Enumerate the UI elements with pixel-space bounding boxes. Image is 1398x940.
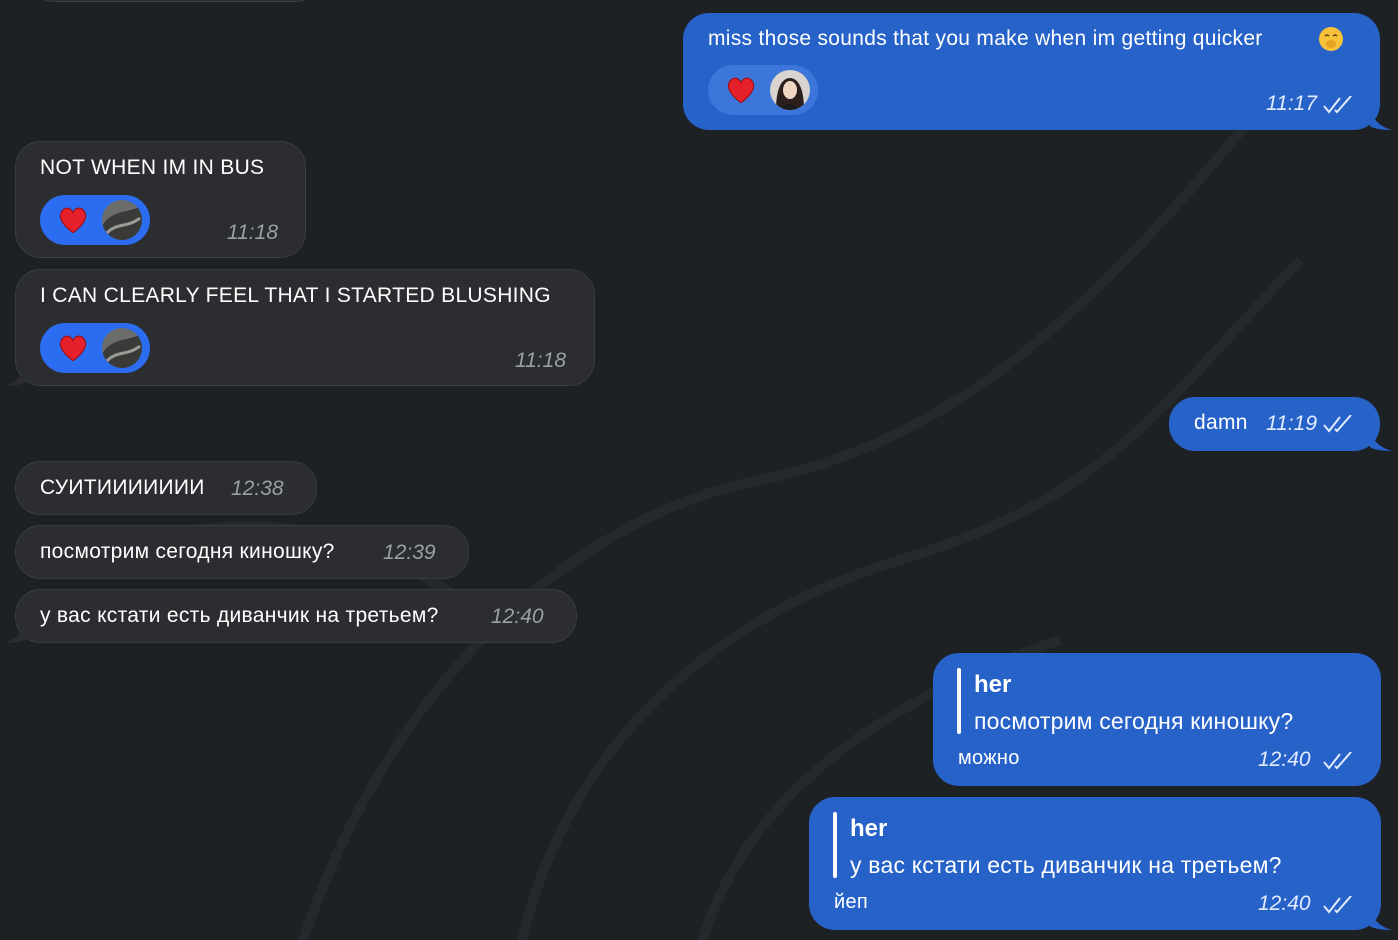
avatar xyxy=(102,200,142,240)
message-bubble-incoming[interactable]: СУИТИИИИИИИ 12:38 xyxy=(15,461,317,515)
message-time: 12:40 xyxy=(1258,892,1311,915)
message-time: 11:17 xyxy=(1266,92,1317,115)
bubble-tail xyxy=(1370,429,1392,451)
heart-reaction-icon xyxy=(59,335,87,362)
reply-author: her xyxy=(974,671,1012,698)
reaction-chip[interactable] xyxy=(708,65,818,115)
message-text: miss those sounds that you make when im … xyxy=(708,27,1263,50)
message-text: NOT WHEN IM IN BUS xyxy=(40,156,265,179)
read-checkmarks-icon xyxy=(1323,415,1352,433)
reaction-chip[interactable] xyxy=(40,195,150,245)
heart-reaction-icon xyxy=(59,207,87,234)
message-text: йеп xyxy=(834,891,869,913)
message-time: 11:18 xyxy=(515,349,566,372)
message-time: 12:40 xyxy=(491,605,544,628)
message-bubble-outgoing-reply[interactable]: her у вас кстати есть диванчик на третье… xyxy=(809,797,1381,930)
heart-reaction-icon xyxy=(727,77,755,104)
message-bubble-incoming[interactable]: у вас кстати есть диванчик на третьем? 1… xyxy=(15,589,577,643)
avatar xyxy=(770,70,810,110)
message-text: можно xyxy=(958,747,1020,769)
message-bubble-incoming[interactable]: I CAN CLEARLY FEEL THAT I STARTED BLUSHI… xyxy=(15,269,595,386)
reaction-chip[interactable] xyxy=(40,323,150,373)
bubble-tail xyxy=(4,364,26,386)
message-time: 12:40 xyxy=(1258,748,1311,771)
message-bubble-incoming[interactable]: NOT WHEN IM IN BUS 11:18 xyxy=(15,141,306,258)
face-with-hand-over-mouth-icon xyxy=(1319,27,1343,51)
message-text: у вас кстати есть диванчик на третьем? xyxy=(40,604,439,627)
message-time: 11:18 xyxy=(227,221,278,244)
message-bubble-outgoing[interactable]: damn 11:19 xyxy=(1169,397,1380,451)
reply-quote-bar xyxy=(833,812,837,878)
message-time: 11:19 xyxy=(1266,412,1317,435)
message-bubble-incoming[interactable]: посмотрим сегодня киношку? 12:39 xyxy=(15,525,469,579)
reply-quoted-text: посмотрим сегодня киношку? xyxy=(974,708,1294,734)
message-text: СУИТИИИИИИИ xyxy=(40,476,205,499)
message-bubble-partial[interactable] xyxy=(30,0,320,2)
bubble-tail xyxy=(4,621,26,643)
reply-author: her xyxy=(850,815,888,842)
read-checkmarks-icon xyxy=(1323,96,1352,114)
message-text: посмотрим сегодня киношку? xyxy=(40,540,335,563)
reply-quoted-text: у вас кстати есть диванчик на третьем? xyxy=(850,852,1282,878)
read-checkmarks-icon xyxy=(1323,896,1352,914)
message-text: I CAN CLEARLY FEEL THAT I STARTED BLUSHI… xyxy=(40,284,551,307)
message-time: 12:38 xyxy=(231,477,284,500)
read-checkmarks-icon xyxy=(1323,752,1352,770)
message-time: 12:39 xyxy=(383,541,436,564)
bubble-tail xyxy=(1370,108,1392,130)
message-text: damn xyxy=(1194,411,1248,434)
avatar xyxy=(102,328,142,368)
bubble-tail xyxy=(1370,908,1392,930)
message-bubble-outgoing[interactable]: miss those sounds that you make when im … xyxy=(683,13,1380,130)
message-bubble-outgoing-reply[interactable]: her посмотрим сегодня киношку? можно 12:… xyxy=(933,653,1381,786)
reply-quote-bar xyxy=(957,668,961,734)
